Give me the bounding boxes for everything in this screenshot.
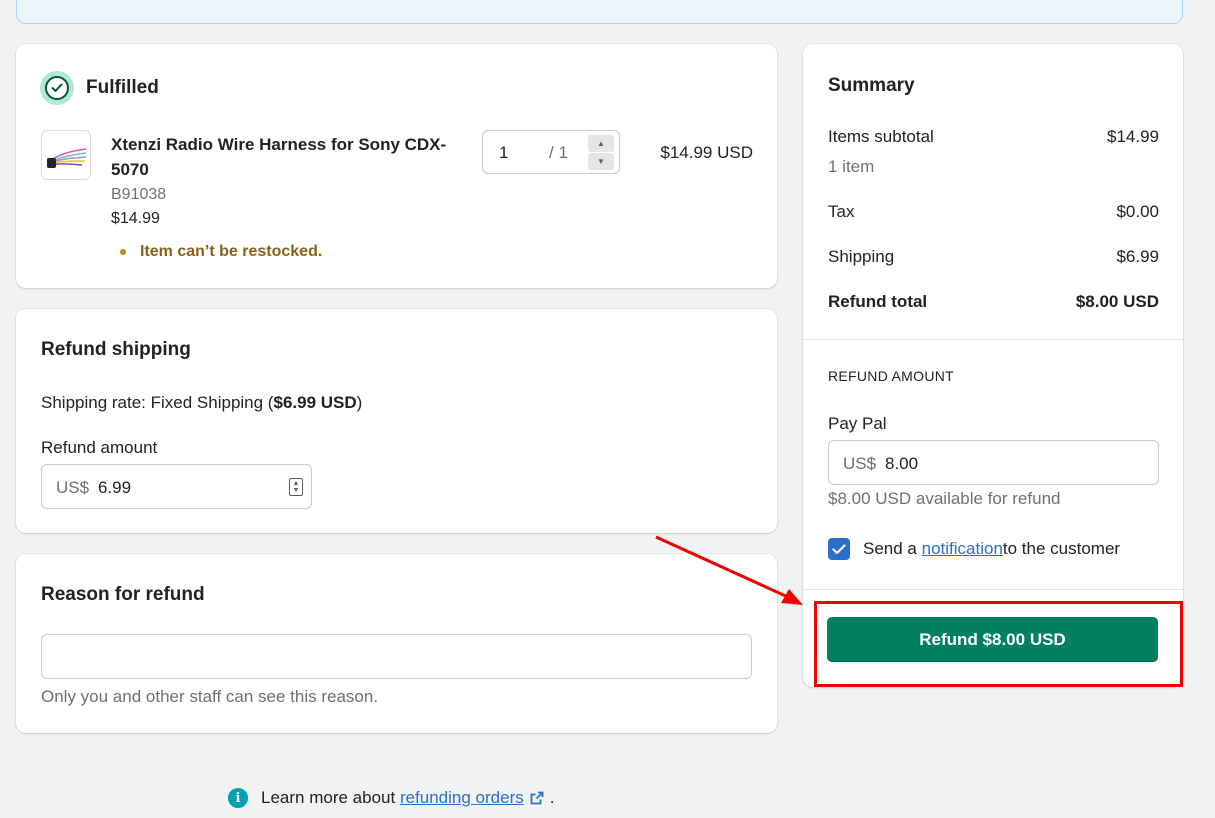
- footer-help: i Learn more about refunding orders .: [228, 788, 554, 808]
- line-total: $14.99 USD: [660, 143, 753, 162]
- items-subtotal-value: $14.99: [1107, 127, 1159, 146]
- items-count: 1 item: [828, 157, 875, 176]
- tax-row: Tax $0.00: [828, 202, 1159, 222]
- shipping-value: $6.99: [1116, 247, 1159, 266]
- tax-value: $0.00: [1116, 202, 1159, 221]
- quantity-decrement-button[interactable]: ▼: [588, 153, 614, 170]
- refund-total-row: Refund total $8.00 USD: [828, 292, 1159, 312]
- reason-title: Reason for refund: [41, 584, 205, 605]
- refund-total-label: Refund total: [828, 292, 928, 311]
- quantity-value[interactable]: 1: [499, 143, 508, 163]
- quantity-max: / 1: [549, 143, 568, 162]
- fulfilled-check-icon: [40, 71, 74, 105]
- summary-divider-bottom: [803, 589, 1183, 590]
- shipping-refund-value[interactable]: 6.99: [98, 478, 131, 498]
- shipping-refund-input[interactable]: US$ 6.99 ▲ ▼: [41, 464, 312, 509]
- refund-button[interactable]: Refund $8.00 USD: [827, 617, 1158, 662]
- refund-page: Fulfilled Xtenzi Radio Wire Harness for …: [0, 0, 1215, 818]
- refunding-orders-link[interactable]: refunding orders: [400, 788, 524, 808]
- warning-dot-icon: [120, 249, 126, 255]
- notify-suffix: to the customer: [1002, 539, 1121, 558]
- product-image: [41, 130, 91, 180]
- quantity-increment-button[interactable]: ▲: [588, 135, 614, 152]
- refund-shipping-title: Refund shipping: [41, 339, 191, 360]
- info-banner: [16, 0, 1183, 24]
- available-for-refund: $8.00 USD available for refund: [828, 489, 1061, 508]
- reason-card: Reason for refund Only you and other sta…: [16, 554, 777, 733]
- reason-input[interactable]: [41, 634, 752, 679]
- number-spinner-icon[interactable]: ▲ ▼: [289, 478, 303, 496]
- product-sku: B91038: [111, 186, 167, 203]
- gateway-refund-value[interactable]: 8.00: [885, 454, 918, 474]
- fulfilled-card: Fulfilled Xtenzi Radio Wire Harness for …: [16, 44, 777, 288]
- gateway-refund-input[interactable]: US$ 8.00: [828, 440, 1159, 485]
- items-subtotal-row: Items subtotal $14.99: [828, 127, 1159, 147]
- currency-prefix: US$: [843, 454, 877, 473]
- items-subtotal-label: Items subtotal: [828, 127, 934, 146]
- shipping-rate: Shipping rate: Fixed Shipping ($6.99 USD…: [41, 393, 362, 413]
- fulfilled-title: Fulfilled: [86, 77, 159, 98]
- currency-prefix: US$: [56, 478, 90, 497]
- tax-label: Tax: [828, 202, 855, 221]
- notify-checkbox[interactable]: [828, 538, 850, 560]
- footer-suffix: .: [549, 788, 555, 807]
- restock-warning-text: Item can’t be restocked.: [140, 243, 323, 260]
- product-price: $14.99: [111, 210, 160, 227]
- summary-divider: [803, 339, 1183, 340]
- refund-total-value: $8.00 USD: [1075, 292, 1159, 311]
- product-name: Xtenzi Radio Wire Harness for Sony CDX-5…: [111, 135, 447, 179]
- external-link-icon[interactable]: [530, 791, 544, 805]
- refund-amount-heading: REFUND AMOUNT: [828, 368, 955, 384]
- checkmark-icon: [832, 543, 846, 554]
- info-icon: i: [228, 788, 248, 808]
- notification-link[interactable]: notification: [922, 539, 1003, 559]
- shipping-rate-amount: $6.99 USD: [273, 393, 357, 412]
- shipping-rate-prefix: Shipping rate: Fixed Shipping (: [41, 393, 274, 412]
- shipping-rate-suffix: ): [356, 393, 363, 412]
- notify-prefix: Send a: [863, 539, 917, 558]
- shipping-label: Shipping: [828, 247, 895, 266]
- gateway-label: Pay Pal: [828, 414, 887, 433]
- footer-prefix: Learn more about: [261, 788, 396, 807]
- product-info: Xtenzi Radio Wire Harness for Sony CDX-5…: [111, 132, 451, 231]
- summary-card: Summary Items subtotal $14.99 1 item Tax…: [803, 44, 1183, 687]
- refund-amount-label: Refund amount: [41, 438, 158, 457]
- refund-shipping-card: Refund shipping Shipping rate: Fixed Shi…: [16, 309, 777, 533]
- restock-warning: Item can’t be restocked.: [120, 243, 322, 261]
- reason-help-text: Only you and other staff can see this re…: [41, 687, 379, 706]
- notify-customer-row: Send a notification to the customer: [828, 538, 1120, 560]
- summary-title: Summary: [828, 75, 915, 96]
- fulfilled-header: Fulfilled: [40, 71, 159, 105]
- shipping-row: Shipping $6.99: [828, 247, 1159, 267]
- quantity-stepper[interactable]: 1 / 1 ▲ ▼: [482, 130, 620, 174]
